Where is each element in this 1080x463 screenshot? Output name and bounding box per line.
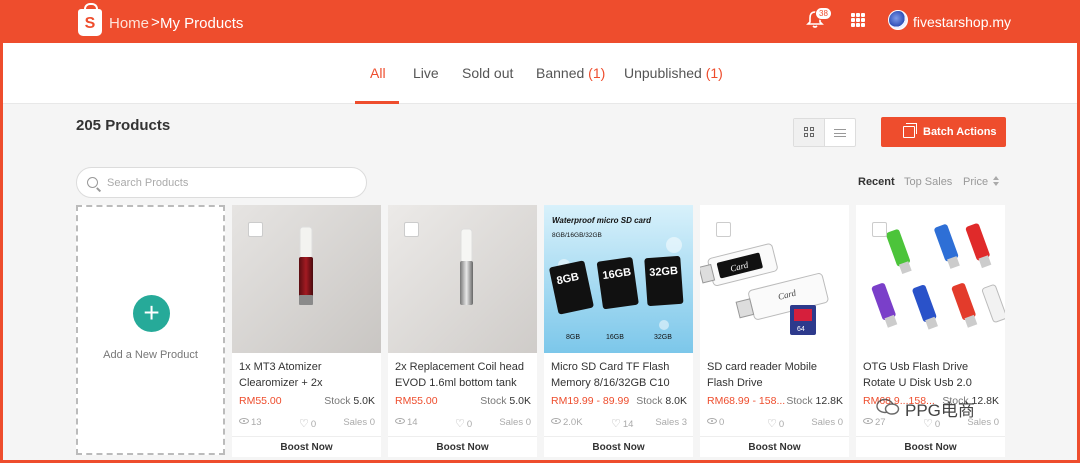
- breadcrumb-separator: >: [151, 14, 160, 31]
- like-count: 0: [778, 419, 785, 430]
- product-card[interactable]: Waterproof micro SD card 8GB/16GB/32GB 8…: [544, 205, 693, 457]
- eye-icon: [551, 418, 561, 424]
- sales-count: Sales 0: [811, 417, 843, 428]
- apps-grid-icon[interactable]: [851, 13, 865, 27]
- sales-count: Sales 0: [343, 417, 375, 428]
- product-name[interactable]: 2x Replacement Coil head EVOD 1.6ml bott…: [395, 359, 533, 391]
- tab-live[interactable]: Live: [413, 65, 439, 81]
- grid-icon: [804, 127, 814, 137]
- batch-actions-button[interactable]: Batch Actions: [881, 117, 1006, 147]
- product-stock: Stock 5.0K: [324, 395, 375, 407]
- sort-arrows-icon[interactable]: [993, 176, 999, 186]
- eye-icon: [239, 418, 249, 424]
- top-bar: S Home > My Products 38 fivestarshop.my: [0, 0, 1080, 43]
- tab-unpublished[interactable]: Unpublished (1): [624, 65, 723, 81]
- like-count: 0: [466, 419, 473, 430]
- product-name[interactable]: Micro SD Card TF Flash Memory 8/16/32GB …: [551, 359, 689, 391]
- boost-now-button[interactable]: Boost Now: [232, 436, 381, 457]
- svg-text:8GB: 8GB: [566, 334, 580, 341]
- tab-banned[interactable]: Banned (1): [536, 65, 605, 81]
- sales-count: Sales 0: [499, 417, 531, 428]
- boost-now-button[interactable]: Boost Now: [700, 436, 849, 457]
- plus-icon[interactable]: +: [133, 295, 170, 332]
- add-product-label: Add a New Product: [103, 349, 198, 361]
- watermark: PPG电商: [905, 401, 975, 420]
- view-count: 13: [251, 417, 262, 428]
- product-price: RM68.99 - 158...: [707, 395, 786, 407]
- sort-price[interactable]: Price: [963, 176, 988, 188]
- breadcrumb-home[interactable]: Home: [109, 15, 149, 32]
- batch-icon: [903, 123, 917, 138]
- svg-text:32GB: 32GB: [654, 334, 672, 341]
- image-caption: Waterproof micro SD card: [552, 216, 652, 225]
- status-tabs: All Live Sold out Banned (1) Unpublished…: [3, 43, 1077, 104]
- search-box: [76, 167, 367, 198]
- select-checkbox[interactable]: [716, 222, 731, 237]
- svg-text:16GB: 16GB: [606, 334, 624, 341]
- product-price: RM55.00: [395, 395, 438, 407]
- eye-icon: [707, 418, 717, 424]
- boost-now-button[interactable]: Boost Now: [388, 436, 537, 457]
- eye-icon: [863, 418, 873, 424]
- product-price: RM55.00: [239, 395, 282, 407]
- wechat-watermark-icon: [876, 398, 900, 415]
- page-title: My Products: [160, 15, 244, 32]
- product-price: RM19.99 - 89.99: [551, 395, 630, 407]
- image-subcaption: 8GB/16GB/32GB: [552, 232, 602, 239]
- product-image[interactable]: Waterproof micro SD card 8GB/16GB/32GB 8…: [544, 205, 693, 353]
- sort-recent[interactable]: Recent: [858, 176, 895, 188]
- heart-icon: ♡: [455, 418, 465, 430]
- product-stock: Stock 8.0K: [636, 395, 687, 407]
- product-name[interactable]: 1x MT3 Atomizer Clearomizer + 2x: [239, 359, 377, 391]
- tab-all[interactable]: All: [370, 65, 386, 81]
- like-count: 0: [310, 419, 317, 430]
- select-checkbox[interactable]: [872, 222, 887, 237]
- product-name[interactable]: SD card reader Mobile Flash Drive: [707, 359, 845, 391]
- svg-text:32GB: 32GB: [649, 265, 679, 279]
- boost-now-button[interactable]: Boost Now: [544, 436, 693, 457]
- heart-icon: ♡: [767, 418, 777, 430]
- sales-count: Sales 3: [655, 417, 687, 428]
- heart-icon: ♡: [611, 418, 621, 430]
- product-card[interactable]: 2x Replacement Coil head EVOD 1.6ml bott…: [388, 205, 537, 457]
- search-icon: [87, 177, 98, 188]
- list-view-icon[interactable]: [834, 129, 846, 137]
- product-count: 205 Products: [76, 117, 171, 134]
- heart-icon: ♡: [299, 418, 309, 430]
- shop-name[interactable]: fivestarshop.my: [913, 14, 1011, 30]
- avatar[interactable]: [888, 10, 908, 30]
- eye-icon: [395, 418, 405, 424]
- select-checkbox[interactable]: [404, 222, 419, 237]
- grid-view-button[interactable]: [794, 119, 825, 146]
- product-stock: Stock 12.8K: [786, 395, 843, 407]
- view-count: 14: [407, 417, 418, 428]
- product-name[interactable]: OTG Usb Flash Drive Rotate U Disk Usb 2.…: [863, 359, 1001, 391]
- search-input[interactable]: [107, 174, 357, 192]
- tab-sold-out[interactable]: Sold out: [462, 65, 513, 81]
- add-product-card[interactable]: + Add a New Product: [76, 205, 225, 455]
- boost-now-button[interactable]: Boost Now: [856, 436, 1005, 457]
- like-count: 14: [622, 419, 634, 430]
- product-card[interactable]: Card Card 64 SD card reader Mobile Flash…: [700, 205, 849, 457]
- svg-text:64: 64: [797, 326, 805, 333]
- product-stock: Stock 5.0K: [480, 395, 531, 407]
- shopee-logo-icon[interactable]: S: [78, 3, 102, 36]
- product-card[interactable]: 1x MT3 Atomizer Clearomizer + 2x RM55.00…: [232, 205, 381, 457]
- view-count: 0: [719, 417, 725, 428]
- active-tab-indicator: [355, 101, 399, 104]
- sort-top-sales[interactable]: Top Sales: [904, 176, 952, 188]
- view-toggle: [793, 118, 856, 147]
- select-checkbox[interactable]: [248, 222, 263, 237]
- notification-badge: 38: [815, 7, 832, 20]
- view-count: 2.0K: [563, 417, 583, 428]
- view-count: 27: [875, 417, 886, 428]
